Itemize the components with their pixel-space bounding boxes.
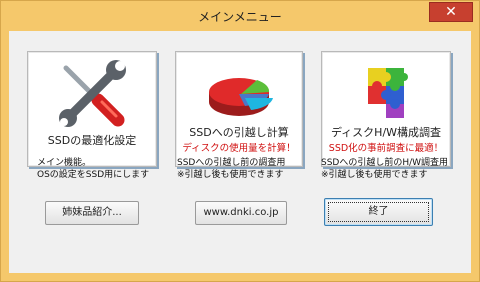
wrench-screwdriver-icon bbox=[28, 58, 156, 130]
window-title: メインメニュー bbox=[198, 10, 282, 24]
tile-label: SSDへの引越し計算 bbox=[189, 126, 289, 139]
ssd-move-calc-description: SSDへの引越し前の調査用 ※引越し後も使用できます bbox=[177, 157, 285, 181]
description-line: メイン機能。 bbox=[37, 158, 92, 168]
description-line: SSDへの引越し前のH/W調査用 bbox=[321, 158, 449, 168]
description-line: SSDへの引越し前の調査用 bbox=[177, 158, 286, 168]
title-bar[interactable]: メインメニュー ✕ bbox=[1, 1, 479, 31]
tile-sublabel: SSD化の事前調査に最適！ bbox=[328, 143, 444, 154]
ssd-optimize-description: メイン機能。 OSの設定をSSD用にします bbox=[37, 157, 149, 181]
disk-hw-survey-description: SSDへの引越し前のH/W調査用 ※引越し後も使用できます bbox=[321, 157, 448, 181]
description-line: ※引越し後も使用できます bbox=[321, 170, 428, 180]
tile-sublabel: ディスクの使用量を計算！ bbox=[182, 143, 296, 154]
tile-label: SSDの最適化設定 bbox=[47, 134, 137, 147]
client-area: SSDの最適化設定 SSDへの引越し計算 ディスクの使用量を計算！ ディスクH/… bbox=[9, 31, 471, 273]
website-button[interactable]: www.dnki.co.jp bbox=[195, 201, 287, 225]
ssd-optimize-tile[interactable]: SSDの最適化設定 bbox=[27, 51, 157, 167]
close-button[interactable]: ✕ bbox=[429, 2, 473, 22]
pie-chart-icon bbox=[176, 58, 302, 130]
main-menu-window: メインメニュー ✕ SSDの最適化設定 SSDへの引越し計算 ディスクの使用量を… bbox=[0, 0, 480, 282]
exit-button[interactable]: 終了 bbox=[324, 198, 433, 226]
sister-products-button[interactable]: 姉妹品紹介... bbox=[45, 201, 139, 225]
puzzle-icon bbox=[322, 58, 450, 130]
description-line: OSの設定をSSD用にします bbox=[37, 170, 150, 180]
tile-label: ディスクH/W構成調査 bbox=[330, 126, 442, 139]
focus-rectangle bbox=[328, 202, 429, 222]
ssd-move-calc-tile[interactable]: SSDへの引越し計算 ディスクの使用量を計算！ bbox=[175, 51, 303, 167]
description-line: ※引越し後も使用できます bbox=[177, 170, 284, 180]
disk-hw-survey-tile[interactable]: ディスクH/W構成調査 SSD化の事前調査に最適！ bbox=[321, 51, 451, 167]
